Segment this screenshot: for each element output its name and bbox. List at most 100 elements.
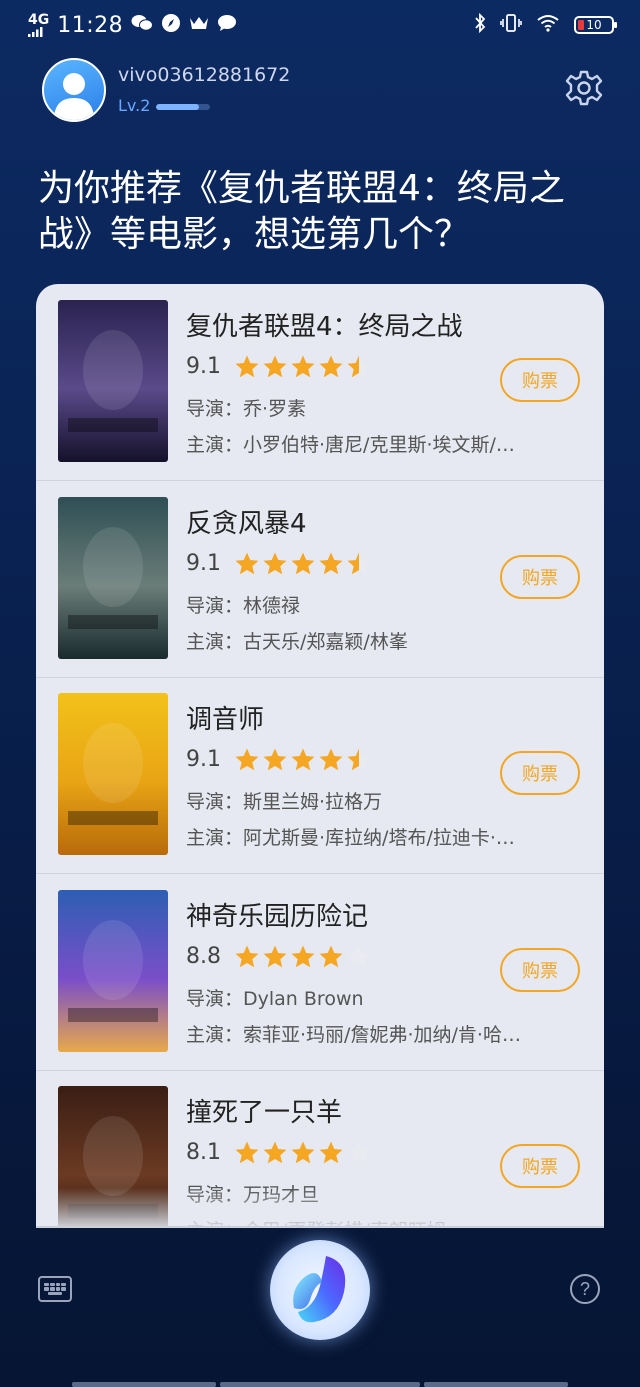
level-progress-fill xyxy=(156,104,200,110)
star-icon xyxy=(319,552,343,574)
director-label: 导演： xyxy=(186,398,244,420)
star-icon xyxy=(235,1141,259,1164)
cast-names: 古天乐/郑嘉颖/林峯 xyxy=(243,630,408,653)
movie-cast: 主演：索菲亚·玛丽/詹妮弗·加纳/肯·哈… xyxy=(186,1020,576,1047)
cast-label: 主演： xyxy=(186,1023,244,1046)
star-icon xyxy=(291,748,315,771)
movie-cast: 主演：阿尤斯曼·库拉纳/塔布/拉迪卡·… xyxy=(186,823,576,850)
movie-row[interactable]: 反贪风暴4 9.1 导演：林德禄 主演：古天乐/郑嘉颖/林峯 购票 xyxy=(36,481,604,678)
movie-row[interactable]: 复仇者联盟4：终局之战 9.1 导演：乔·罗素 主演：小罗伯特·唐尼/克里斯·埃… xyxy=(36,284,604,481)
star-icon xyxy=(319,355,343,378)
status-left: 4G 11:28 xyxy=(28,12,237,38)
star-icon xyxy=(263,355,287,378)
movie-row[interactable]: 调音师 9.1 导演：斯里兰姆·拉格万 主演：阿尤斯曼·库拉纳/塔布/拉迪卡·…… xyxy=(36,677,604,874)
star-icon xyxy=(319,1141,343,1164)
star-icon xyxy=(347,355,371,378)
star-icon xyxy=(235,355,259,378)
movie-title: 调音师 xyxy=(186,705,265,735)
avatar[interactable] xyxy=(42,58,106,122)
star-icon xyxy=(347,748,371,771)
assistant-prompt: 为你推荐《复仇者联盟4：终局之战》等电影，想选第几个？ xyxy=(38,168,565,255)
star-rating xyxy=(234,354,372,380)
star-icon xyxy=(263,552,287,574)
bluetooth-icon xyxy=(474,12,486,37)
director-label: 导演： xyxy=(186,987,244,1010)
star-rating xyxy=(234,1140,372,1166)
movie-title: 复仇者联盟4：终局之战 xyxy=(186,312,463,342)
cast-names: 阿尤斯曼·库拉纳/塔布/拉迪卡·… xyxy=(243,827,515,849)
vibrate-icon xyxy=(500,13,522,37)
director-name: Dylan Brown xyxy=(243,987,364,1010)
buy-ticket-button[interactable]: 购票 xyxy=(500,1144,580,1188)
movie-rating: 9.1 xyxy=(186,550,221,576)
cast-label: 主演： xyxy=(186,434,244,456)
director-label: 导演： xyxy=(186,791,244,813)
buy-ticket-button[interactable]: 购票 xyxy=(500,554,580,599)
movie-poster[interactable] xyxy=(58,693,168,855)
star-icon xyxy=(263,945,287,967)
help-icon[interactable]: ? xyxy=(570,1274,600,1304)
star-icon xyxy=(235,552,259,574)
compass-icon xyxy=(161,13,181,38)
battery-icon: 10 xyxy=(574,16,617,34)
clock: 11:28 xyxy=(57,12,124,38)
movie-poster[interactable] xyxy=(58,496,168,659)
movie-title: 神奇乐园历险记 xyxy=(186,901,369,932)
nav-indicator xyxy=(424,1382,568,1387)
star-icon xyxy=(263,748,287,771)
gear-icon[interactable] xyxy=(564,68,604,108)
director-name: 乔·罗素 xyxy=(243,398,307,420)
star-icon xyxy=(291,355,315,378)
movie-rating: 9.1 xyxy=(186,747,221,772)
cast-label: 主演： xyxy=(186,827,244,849)
user-header: vivo03612881672 Lv.2 xyxy=(42,58,604,124)
movie-title: 反贪风暴4 xyxy=(186,508,307,539)
star-icon xyxy=(347,552,371,574)
cast-names: 小罗伯特·唐尼/克里斯·埃文斯/… xyxy=(243,434,515,456)
movie-poster[interactable] xyxy=(58,889,168,1052)
voice-assistant-button[interactable] xyxy=(270,1240,370,1340)
status-bar: 4G 11:28 10 xyxy=(0,0,640,50)
star-rating xyxy=(234,747,372,773)
star-icon xyxy=(291,945,315,967)
cast-names: 索菲亚·玛丽/詹妮弗·加纳/肯·哈… xyxy=(243,1023,521,1046)
movie-rating: 9.1 xyxy=(186,354,221,379)
wechat-icon xyxy=(131,14,154,37)
movie-poster[interactable] xyxy=(58,300,168,462)
star-icon xyxy=(347,1141,371,1164)
list-fade xyxy=(36,1188,604,1228)
voice-assistant-icon xyxy=(284,1252,356,1326)
message-icon xyxy=(217,14,237,37)
buy-ticket-button[interactable]: 购票 xyxy=(500,358,580,402)
movie-rating: 8.8 xyxy=(186,943,221,969)
star-rating xyxy=(234,944,372,970)
star-icon xyxy=(235,945,259,967)
crown-icon xyxy=(189,15,209,36)
star-icon xyxy=(291,552,315,574)
star-rating xyxy=(234,551,372,577)
network-type: 4G xyxy=(28,12,50,28)
director-label: 导演： xyxy=(186,594,244,617)
battery-percent: 10 xyxy=(586,18,602,32)
nav-indicator xyxy=(220,1382,420,1387)
movie-cast: 主演：古天乐/郑嘉颖/林峯 xyxy=(186,627,576,654)
nav-indicator xyxy=(72,1382,216,1387)
star-icon xyxy=(319,945,343,967)
movie-list-card: 复仇者联盟4：终局之战 9.1 导演：乔·罗素 主演：小罗伯特·唐尼/克里斯·埃… xyxy=(36,284,604,1226)
user-silhouette-icon xyxy=(54,73,94,120)
buy-ticket-button[interactable]: 购票 xyxy=(500,947,580,992)
movie-title: 撞死了一只羊 xyxy=(186,1098,343,1128)
movie-row[interactable]: 神奇乐园历险记 8.8 导演：Dylan Brown 主演：索菲亚·玛丽/詹妮弗… xyxy=(36,874,604,1071)
director-name: 斯里兰姆·拉格万 xyxy=(243,791,383,813)
star-icon xyxy=(291,1141,315,1164)
user-level: Lv.2 xyxy=(118,96,151,115)
star-icon xyxy=(319,748,343,771)
level-progress-bar xyxy=(156,104,210,110)
star-icon xyxy=(235,748,259,771)
cast-label: 主演： xyxy=(186,630,244,653)
keyboard-icon[interactable] xyxy=(38,1276,72,1302)
director-name: 林德禄 xyxy=(243,594,301,617)
movie-rating: 8.1 xyxy=(186,1140,221,1165)
buy-ticket-button[interactable]: 购票 xyxy=(500,751,580,795)
battery-level xyxy=(578,20,584,30)
